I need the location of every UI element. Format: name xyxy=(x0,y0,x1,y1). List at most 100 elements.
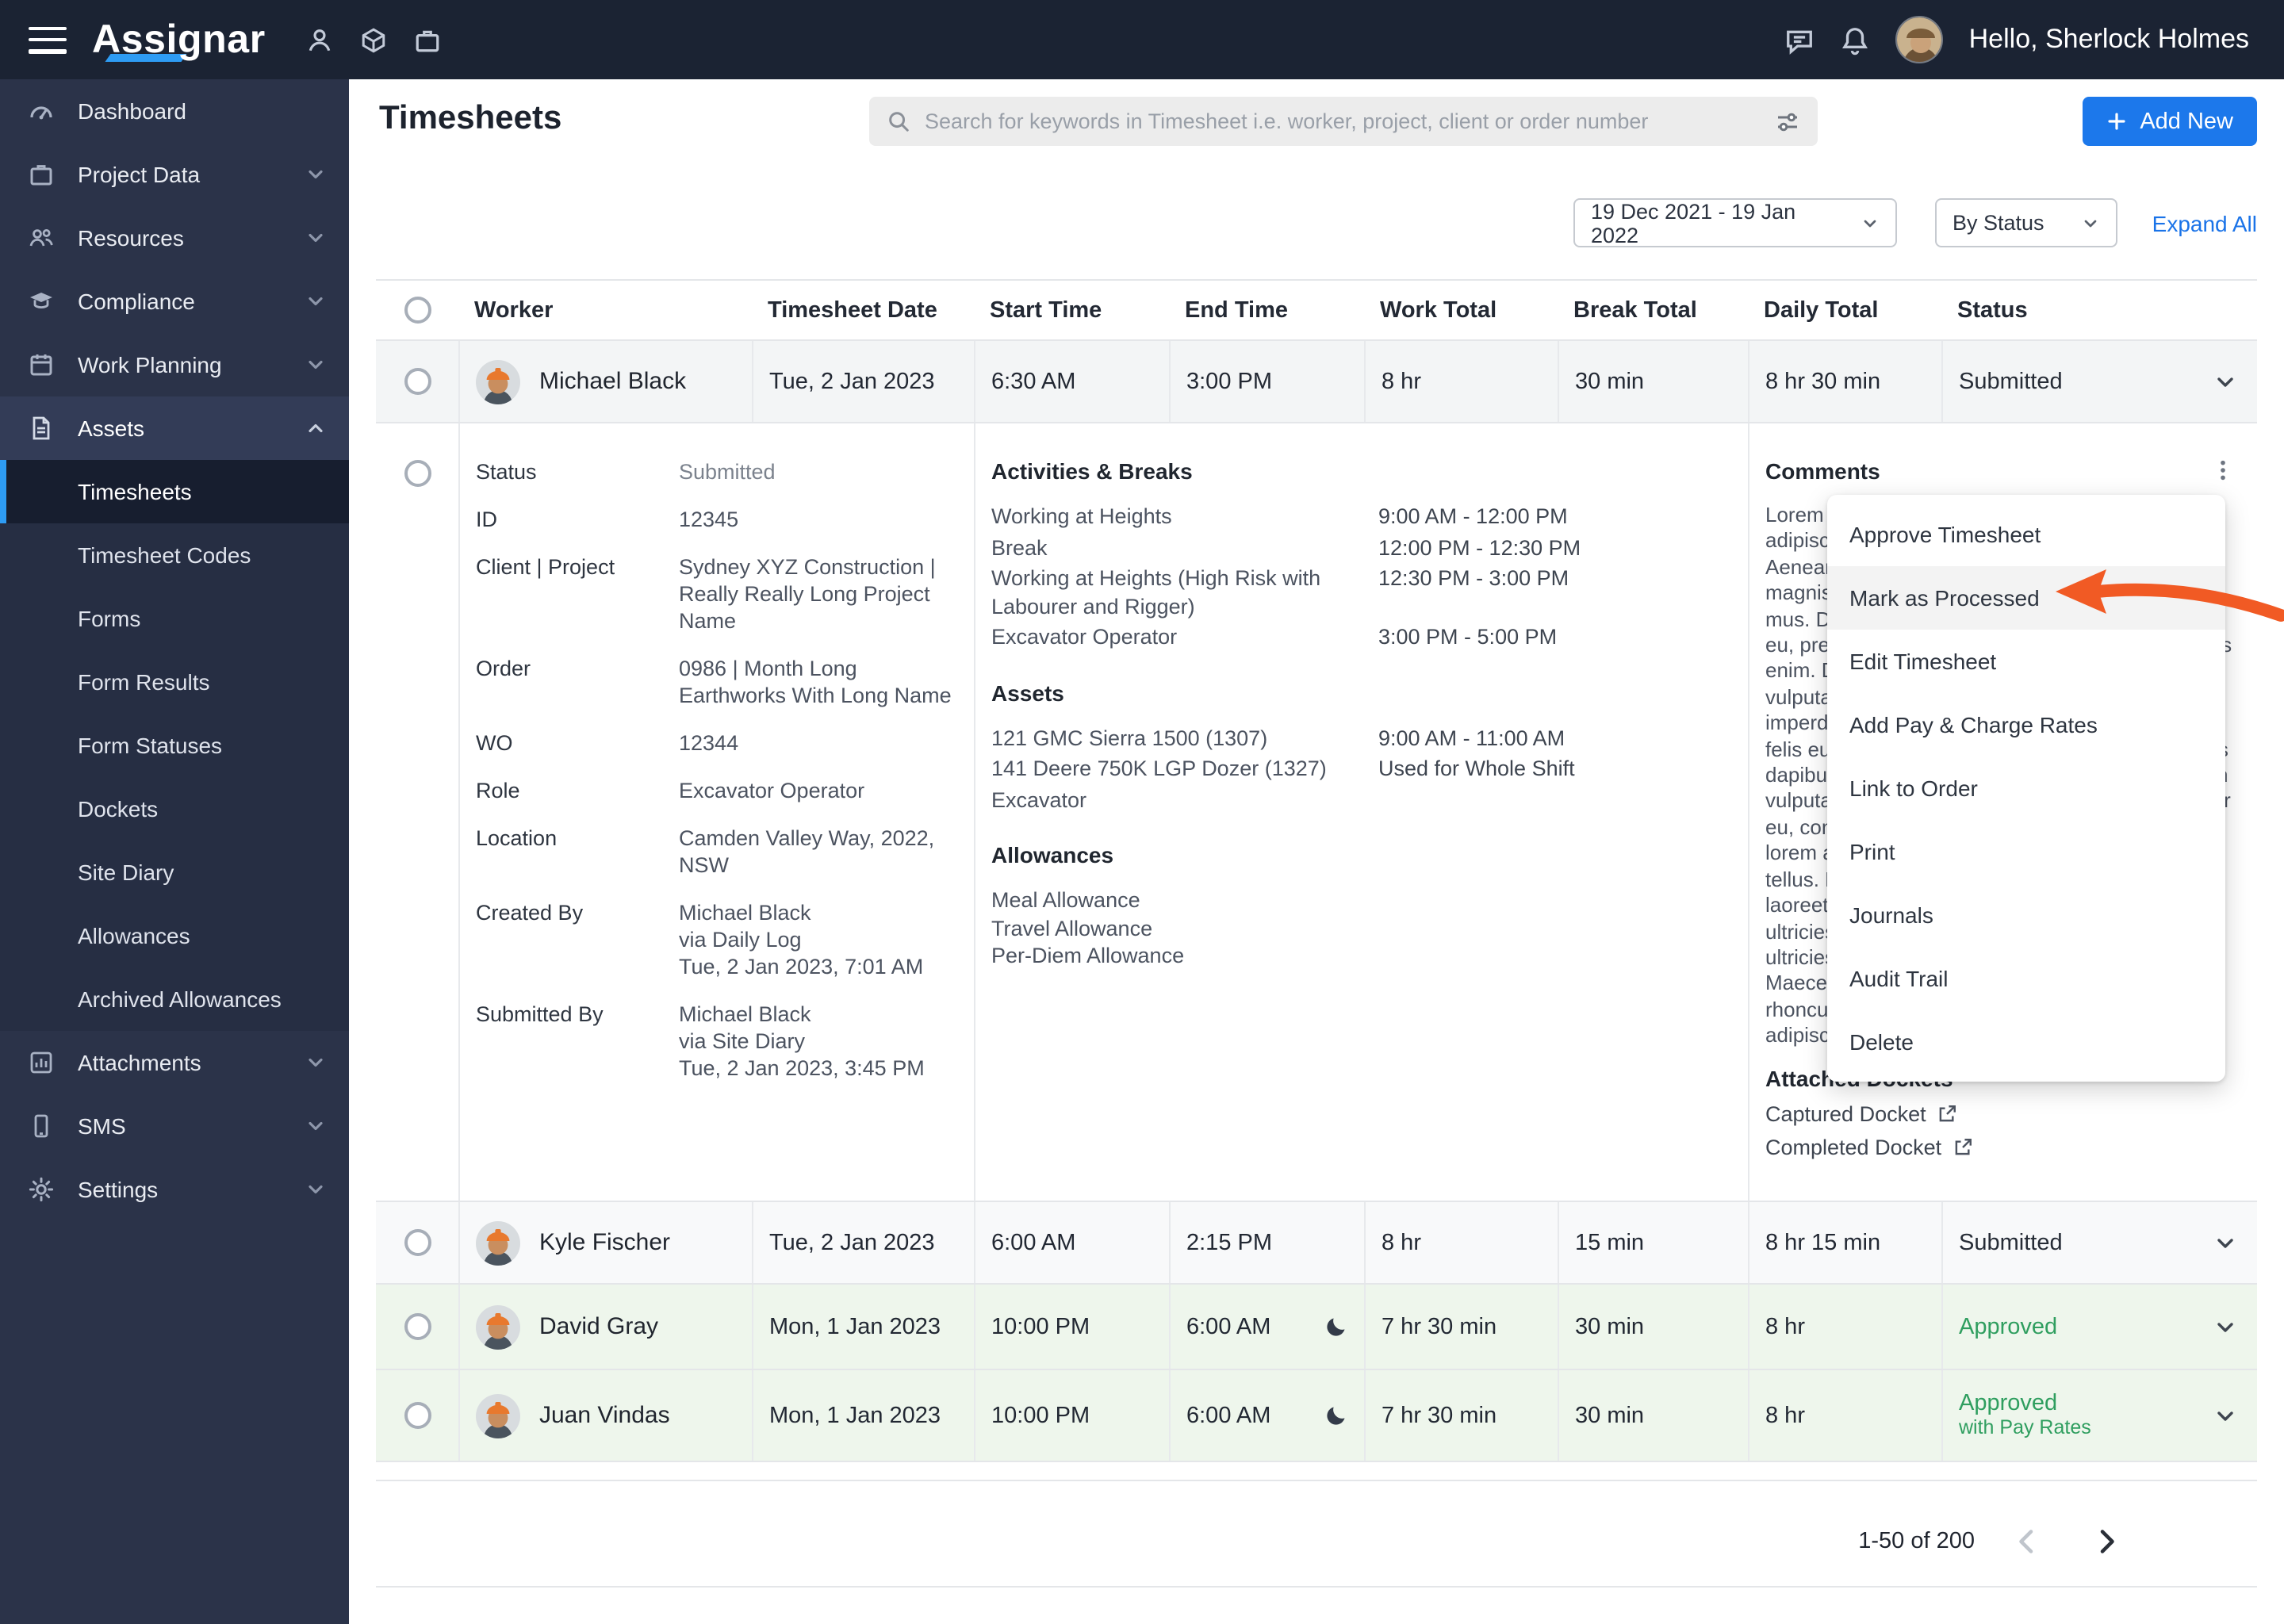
chevron-down-icon[interactable] xyxy=(2213,1230,2238,1255)
sidebar-item-dockets[interactable]: Dockets xyxy=(0,777,349,841)
table-row[interactable]: David Gray Mon, 1 Jan 2023 10:00 PM 6:00… xyxy=(376,1283,2257,1369)
column-header-worker: Worker xyxy=(458,297,752,323)
bell-icon[interactable] xyxy=(1841,25,1871,55)
chevron-down-icon xyxy=(305,1115,327,1137)
detail-label: ID xyxy=(476,506,679,533)
add-new-button[interactable]: Add New xyxy=(2083,97,2257,146)
menu-item-link-to-order[interactable]: Link to Order xyxy=(1827,756,2225,820)
chevron-down-icon xyxy=(305,1178,327,1201)
worker-avatar xyxy=(476,1220,520,1265)
worker-avatar xyxy=(476,1393,520,1438)
hamburger-menu-icon[interactable] xyxy=(29,26,67,53)
next-page-button[interactable] xyxy=(2079,1515,2133,1568)
person-icon[interactable] xyxy=(307,26,334,53)
sidebar-item-project-data[interactable]: Project Data xyxy=(0,143,349,206)
chevron-down-icon[interactable] xyxy=(2213,369,2238,394)
detail-value: Sydney XYZ Construction | Really Really … xyxy=(679,553,952,634)
sidebar-item-assets[interactable]: Assets xyxy=(0,396,349,460)
activity-name: Excavator Operator xyxy=(991,623,1378,651)
status-filter-select[interactable]: By Status xyxy=(1935,198,2117,247)
sidebar-item-resources[interactable]: Resources xyxy=(0,206,349,270)
column-header-daily-total: Daily Total xyxy=(1748,297,1941,323)
app-root: Assignar Hello, Sherlock Holmes xyxy=(0,0,2284,1624)
sidebar-item-site-diary[interactable]: Site Diary xyxy=(0,841,349,904)
expand-all-link[interactable]: Expand All xyxy=(2152,198,2257,247)
row-checkbox[interactable] xyxy=(404,368,431,395)
worker-avatar xyxy=(476,359,520,404)
sidebar-item-forms[interactable]: Forms xyxy=(0,587,349,650)
detail-label: Created By xyxy=(476,899,679,980)
activity-name: Break xyxy=(991,534,1378,561)
sidebar-item-form-results[interactable]: Form Results xyxy=(0,650,349,714)
sidebar-item-label: Dashboard xyxy=(78,98,327,124)
chevron-down-icon[interactable] xyxy=(2213,1314,2238,1339)
menu-item-mark-as-processed[interactable]: Mark as Processed xyxy=(1827,566,2225,630)
status-filter-value: By Status xyxy=(1953,211,2044,235)
worker-avatar xyxy=(476,1304,520,1349)
allowance-item: Travel Allowance xyxy=(991,914,1726,942)
kebab-menu-icon[interactable] xyxy=(2208,455,2238,485)
end-time: 2:15 PM xyxy=(1186,1230,1272,1255)
gear-icon xyxy=(29,1177,54,1202)
table-row[interactable]: Michael Black Tue, 2 Jan 2023 6:30 AM 3:… xyxy=(376,339,2257,422)
completed-docket-link[interactable]: Completed Docket xyxy=(1765,1130,2235,1163)
daily-total: 8 hr 15 min xyxy=(1748,1202,1941,1283)
comments-title: Comments xyxy=(1765,458,2235,484)
timesheet-date: Mon, 1 Jan 2023 xyxy=(752,1285,974,1369)
sidebar-item-timesheet-codes[interactable]: Timesheet Codes xyxy=(0,523,349,587)
search-input[interactable] xyxy=(925,109,1775,133)
sidebar-item-timesheets[interactable]: Timesheets xyxy=(0,460,349,523)
sidebar-item-attachments[interactable]: Attachments xyxy=(0,1031,349,1094)
app-logo[interactable]: Assignar xyxy=(92,17,266,63)
sidebar-item-compliance[interactable]: Compliance xyxy=(0,270,349,333)
sidebar-item-settings[interactable]: Settings xyxy=(0,1158,349,1221)
sidebar-item-allowances[interactable]: Allowances xyxy=(0,904,349,967)
break-total: 30 min xyxy=(1558,1285,1748,1369)
date-range-select[interactable]: 19 Dec 2021 - 19 Jan 2022 xyxy=(1573,198,1897,247)
sidebar-item-work-planning[interactable]: Work Planning xyxy=(0,333,349,396)
menu-item-approve-timesheet[interactable]: Approve Timesheet xyxy=(1827,503,2225,566)
chevron-down-icon xyxy=(2081,213,2100,232)
row-checkbox[interactable] xyxy=(404,1402,431,1429)
sidebar-item-archived-allowances[interactable]: Archived Allowances xyxy=(0,967,349,1031)
chat-icon[interactable] xyxy=(1785,25,1815,55)
menu-item-edit-timesheet[interactable]: Edit Timesheet xyxy=(1827,630,2225,693)
chevron-down-icon xyxy=(1861,213,1880,232)
moon-icon xyxy=(1324,1404,1348,1427)
date-range-value: 19 Dec 2021 - 19 Jan 2022 xyxy=(1591,199,1848,247)
topbar-right: Hello, Sherlock Holmes xyxy=(1785,16,2284,63)
menu-item-print[interactable]: Print xyxy=(1827,820,2225,883)
row-checkbox[interactable] xyxy=(404,1229,431,1256)
previous-page-button[interactable] xyxy=(2000,1515,2054,1568)
sidebar-item-sms[interactable]: SMS xyxy=(0,1094,349,1158)
asset-time: 9:00 AM - 11:00 AM xyxy=(1378,724,1565,752)
menu-item-delete[interactable]: Delete xyxy=(1827,1010,2225,1074)
filter-sliders-icon[interactable] xyxy=(1775,109,1800,134)
menu-item-audit-trail[interactable]: Audit Trail xyxy=(1827,947,2225,1010)
page-header: Timesheets Add New xyxy=(376,97,2257,147)
cube-icon[interactable] xyxy=(361,26,388,53)
chevron-down-icon xyxy=(305,227,327,249)
sidebar-item-dashboard[interactable]: Dashboard xyxy=(0,79,349,143)
end-time: 6:00 AM xyxy=(1186,1403,1270,1428)
menu-item-journals[interactable]: Journals xyxy=(1827,883,2225,947)
worker-name: David Gray xyxy=(539,1313,658,1340)
sidebar-item-form-statuses[interactable]: Form Statuses xyxy=(0,714,349,777)
table-row[interactable]: Juan Vindas Mon, 1 Jan 2023 10:00 PM 6:0… xyxy=(376,1369,2257,1461)
work-total: 8 hr xyxy=(1364,341,1558,422)
external-link-icon xyxy=(1937,1103,1958,1124)
worker-name: Kyle Fischer xyxy=(539,1229,670,1256)
sidebar-item-label: Form Results xyxy=(78,669,209,695)
briefcase-icon[interactable] xyxy=(415,26,442,53)
status-sub-label: with Pay Rates xyxy=(1959,1416,2091,1440)
row-checkbox[interactable] xyxy=(404,460,431,487)
chevron-down-icon[interactable] xyxy=(2213,1403,2238,1428)
chevron-down-icon xyxy=(305,354,327,376)
user-avatar[interactable] xyxy=(1896,16,1944,63)
table-row[interactable]: Kyle Fischer Tue, 2 Jan 2023 6:00 AM 2:1… xyxy=(376,1201,2257,1283)
menu-item-add-pay-charge-rates[interactable]: Add Pay & Charge Rates xyxy=(1827,693,2225,756)
row-checkbox[interactable] xyxy=(404,1313,431,1340)
detail-value: Submitted xyxy=(679,458,952,485)
select-all-checkbox[interactable] xyxy=(404,297,431,324)
captured-docket-link[interactable]: Captured Docket xyxy=(1765,1097,2235,1130)
